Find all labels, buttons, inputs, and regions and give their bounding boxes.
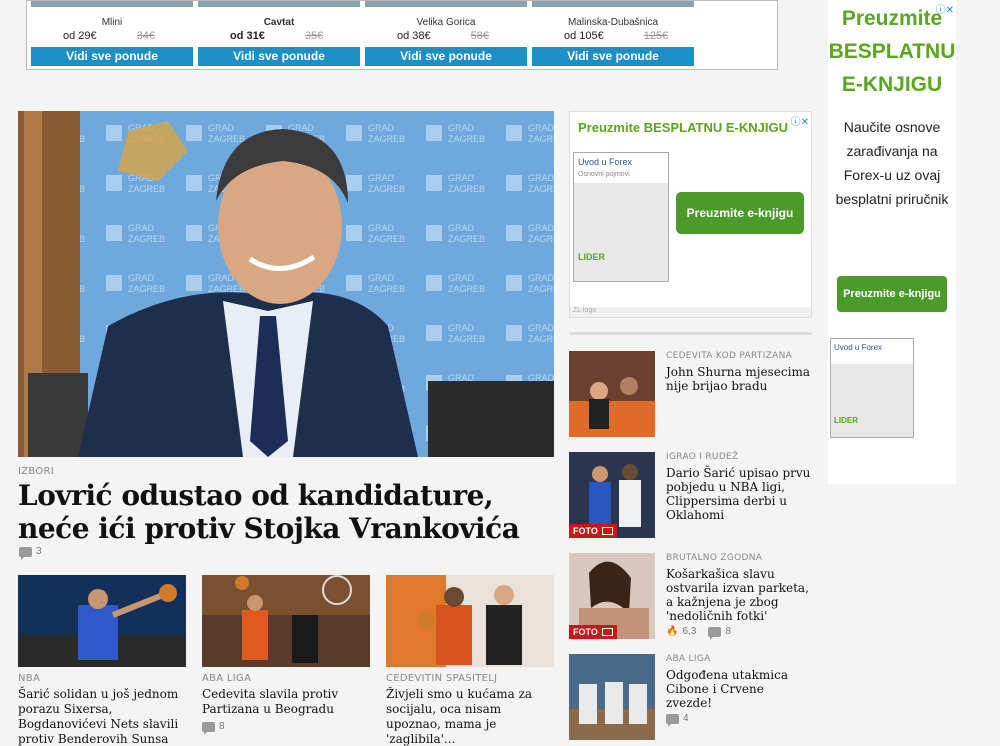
deal-card[interactable]: Velika Gorica od 38€ 58€ Vidi sve ponude	[365, 1, 527, 66]
article-card[interactable]: ABA LIGA Cedevita slavila protiv Partiza…	[202, 575, 370, 735]
basketball-photo	[386, 575, 554, 667]
article-headline[interactable]: Šarić solidan u još jednom porazu Sixers…	[18, 687, 186, 746]
gallery-icon	[601, 527, 613, 535]
comment-icon	[666, 713, 679, 727]
article-thumbnail[interactable]	[202, 575, 370, 667]
see-offers-button[interactable]: Vidi sve ponude	[31, 47, 193, 66]
photo-gallery-badge: FOTO	[569, 524, 617, 538]
deal-photo	[198, 1, 360, 7]
ebook-brand: LIDER	[578, 252, 605, 262]
foto-label: FOTO	[573, 627, 598, 637]
hero-kicker: IZBORI	[18, 466, 55, 477]
deal-city: Velika Gorica	[416, 17, 476, 28]
article-thumbnail[interactable]	[386, 575, 554, 667]
article-kicker: BRUTALNO ZGODNA	[666, 553, 763, 563]
travel-deals-banner: Mlini od 29€ 34€ Vidi sve ponude Cavtat o…	[26, 0, 778, 70]
article-headline[interactable]: Dario Šarić upisao prvu pobjedu u NBA li…	[666, 466, 812, 522]
deal-old-price: 125€	[643, 30, 669, 42]
article-card[interactable]: NBA Šarić solidan u još jednom porazu Si…	[18, 575, 186, 746]
see-offers-button[interactable]: Vidi sve ponude	[198, 47, 360, 66]
article-kicker: IGRAO I RUDEŽ	[666, 452, 739, 462]
article-headline[interactable]: Cedevita slavila protiv Partizana u Beog…	[202, 687, 370, 717]
article-thumbnail[interactable]	[569, 654, 655, 740]
article-headline[interactable]: Košarkašica slavu ostvarila izvan parket…	[666, 567, 812, 623]
adchoices-icon[interactable]: ⓘ✕	[936, 1, 954, 16]
comment-icon	[708, 626, 722, 640]
deal-city: Malinska-Dubašnica	[567, 17, 659, 28]
comment-count: 8	[725, 626, 731, 637]
ebook-cover: Uvod u Forex LIDER	[830, 338, 914, 438]
ebook-title: Uvod u Forex	[578, 157, 633, 167]
deal-price: od 38€	[397, 30, 431, 42]
section-divider	[569, 332, 812, 335]
deal-card[interactable]: Malinska-Dubašnica od 105€ 125€ Vidi sve …	[532, 1, 694, 66]
skyscraper-ad[interactable]: ⓘ✕ Preuzmite BESPLATNU E-KNJIGU Naučite …	[828, 0, 956, 484]
article-comment-count[interactable]: 4	[666, 713, 812, 727]
deal-city: Cavtat	[263, 17, 295, 28]
article-comment-count[interactable]: 8	[202, 721, 370, 735]
deal-price: od 105€	[564, 30, 604, 42]
deal-photo	[365, 1, 527, 7]
article-kicker: CEDEVITIN SPASITELJ	[386, 673, 498, 684]
deal-card[interactable]: Cavtat od 31€ 35€ Vidi sve ponude	[198, 1, 360, 66]
download-ebook-button[interactable]: Preuzmite e-knjigu	[837, 276, 947, 312]
article-kicker: NBA	[18, 673, 41, 684]
ebook-cover: Uvod u Forex Osnovni pojmovi LIDER	[573, 152, 669, 282]
flame-icon: 🔥	[666, 626, 679, 637]
comment-count: 8	[219, 721, 225, 732]
basketball-photo	[569, 654, 655, 740]
article-headline[interactable]: John Shurna mjesecima nije brijao bradu	[666, 365, 812, 393]
article-kicker: CEDEVITA KOD PARTIZANA	[666, 351, 793, 361]
article-thumbnail[interactable]	[18, 575, 186, 667]
deal-card[interactable]: Mlini od 29€ 34€ Vidi sve ponude	[31, 1, 193, 66]
ad-footer: ZL logo	[570, 307, 811, 317]
ebook-subtitle: Osnovni pojmovi	[578, 171, 630, 178]
ebook-brand: LIDER	[834, 416, 858, 425]
photo-gallery-badge: FOTO	[569, 625, 617, 639]
gallery-icon	[601, 628, 613, 636]
ad-heading: Preuzmite BESPLATNU E-KNJIGU	[578, 120, 788, 135]
basketball-photo	[569, 351, 655, 437]
foto-label: FOTO	[573, 526, 598, 536]
popularity-score: 6,3	[682, 626, 697, 637]
basketball-photo	[18, 575, 186, 667]
hero-comment-count[interactable]: 3	[19, 546, 42, 560]
deal-price: od 29€	[63, 30, 97, 42]
deal-old-price: 58€	[470, 30, 490, 42]
deal-city: Mlini	[101, 17, 123, 28]
download-ebook-button[interactable]: Preuzmite e-knjigu	[676, 192, 804, 234]
deal-photo	[532, 1, 694, 7]
deal-old-price: 35€	[304, 30, 324, 42]
page: Mlini od 29€ 34€ Vidi sve ponude Cavtat o…	[0, 0, 1000, 746]
article-headline[interactable]: Živjeli smo u kućama za socijalu, oca ni…	[386, 687, 554, 746]
hero-photo-illustration: GRAD ZAGREB	[18, 111, 554, 457]
article-thumbnail[interactable]	[569, 351, 655, 437]
ebook-ad[interactable]: Preuzmite BESPLATNU E-KNJIGU ⓘ✕ Uvod u F…	[569, 111, 812, 318]
see-offers-button[interactable]: Vidi sve ponude	[532, 47, 694, 66]
ebook-title: Uvod u Forex	[834, 343, 883, 352]
deal-photo	[31, 1, 193, 7]
ad-text: Naučite osnove zarađivanja na Forex-u uz…	[835, 119, 949, 207]
article-thumbnail[interactable]: FOTO	[569, 452, 655, 538]
comment-count: 4	[683, 713, 689, 724]
article-thumbnail[interactable]: FOTO	[569, 553, 655, 639]
article-kicker: ABA LIGA	[666, 654, 711, 664]
comment-icon	[19, 546, 32, 560]
comment-icon	[202, 721, 215, 735]
adchoices-icon[interactable]: ⓘ✕	[791, 113, 809, 128]
hero-image[interactable]: GRAD ZAGREB	[18, 111, 554, 457]
article-kicker: ABA LIGA	[202, 673, 252, 684]
see-offers-button[interactable]: Vidi sve ponude	[365, 47, 527, 66]
deal-price: od 31€	[230, 30, 265, 42]
article-headline[interactable]: Odgođena utakmica Cibone i Crvene zvezde…	[666, 668, 812, 710]
article-card[interactable]: CEDEVITIN SPASITELJ Živjeli smo u kućama…	[386, 575, 554, 746]
basketball-photo	[202, 575, 370, 667]
comment-count: 3	[36, 546, 42, 557]
hero-headline[interactable]: Lovrić odustao od kandidature, neće ići …	[18, 479, 558, 545]
article-meta[interactable]: 🔥 6,3 8	[666, 626, 812, 640]
deal-old-price: 34€	[136, 30, 156, 42]
